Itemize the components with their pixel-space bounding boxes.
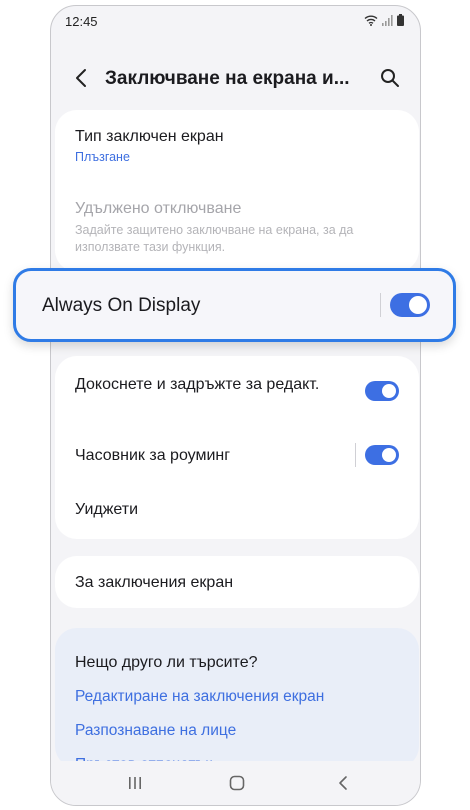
back-button[interactable]: [69, 66, 93, 90]
back-icon: [339, 776, 347, 790]
extend-unlock-subtitle: Задайте защитено заключване на екрана, з…: [75, 223, 354, 254]
page-title: Заключване на екрана и...: [105, 68, 350, 89]
signal-icon: [382, 15, 393, 26]
screen-lock-type-item[interactable]: Тип заключен екран Плъзгане: [75, 126, 399, 164]
touch-hold-edit-label: Докоснете и задръжте за редакт.: [75, 376, 320, 393]
status-icons: [364, 14, 404, 26]
phone-frame: 12:45 Заключване на екрана и... Тип закл…: [50, 5, 421, 806]
roaming-clock-label: Часовник за роуминг: [75, 447, 231, 464]
recents-button[interactable]: [123, 771, 147, 795]
about-lock-screen-label: За заключения екран: [75, 574, 234, 591]
screen-lock-type-value: Плъзгане: [75, 150, 130, 164]
search-icon: [381, 69, 399, 87]
search-button[interactable]: [378, 66, 402, 90]
recents-icon: [129, 777, 141, 789]
status-bar: 12:45: [51, 6, 420, 36]
battery-icon: [397, 14, 404, 26]
widgets-item[interactable]: Уиджети: [75, 499, 399, 520]
widgets-label: Уиджети: [75, 501, 139, 518]
about-lock-screen-item[interactable]: За заключения екран: [75, 572, 399, 593]
suggestion-link[interactable]: Разпознаване на лице: [75, 722, 236, 740]
always-on-display-label: Always On Display: [42, 295, 201, 316]
roaming-clock-toggle[interactable]: [365, 445, 399, 465]
status-time: 12:45: [65, 14, 98, 29]
lock-options-card: Докоснете и задръжте за редакт. Часовник…: [55, 356, 419, 539]
always-on-display-item[interactable]: Always On Display: [13, 268, 456, 342]
screen-lock-type-title: Тип заключен екран: [75, 128, 224, 145]
chevron-left-icon: [76, 69, 86, 87]
home-button[interactable]: [225, 771, 249, 795]
touch-hold-edit-item[interactable]: Докоснете и задръжте за редакт.: [75, 374, 339, 395]
wifi-icon: [364, 15, 378, 26]
about-card[interactable]: За заключения екран: [55, 556, 419, 608]
suggestions-card: Нещо друго ли търсите? Редактиране на за…: [55, 628, 419, 773]
home-icon: [229, 775, 245, 791]
app-header: Заключване на екрана и...: [51, 56, 420, 100]
roaming-clock-item[interactable]: Часовник за роуминг: [75, 445, 339, 466]
extend-unlock-item: Удължено отключване Задайте защитено зак…: [75, 198, 399, 256]
navigation-bar: [51, 761, 420, 805]
back-nav-button[interactable]: [331, 771, 355, 795]
suggestions-heading-text: Нещо друго ли търсите?: [75, 654, 258, 671]
lock-settings-card: Тип заключен екран Плъзгане Удължено отк…: [55, 110, 419, 272]
suggestions-heading: Нещо друго ли търсите?: [75, 652, 399, 673]
touch-hold-edit-toggle[interactable]: [365, 381, 399, 401]
extend-unlock-title: Удължено отключване: [75, 200, 242, 217]
always-on-display-toggle[interactable]: [390, 293, 430, 317]
suggestion-link[interactable]: Редактиране на заключения екран: [75, 688, 324, 706]
divider: [380, 293, 381, 317]
divider: [355, 443, 356, 467]
